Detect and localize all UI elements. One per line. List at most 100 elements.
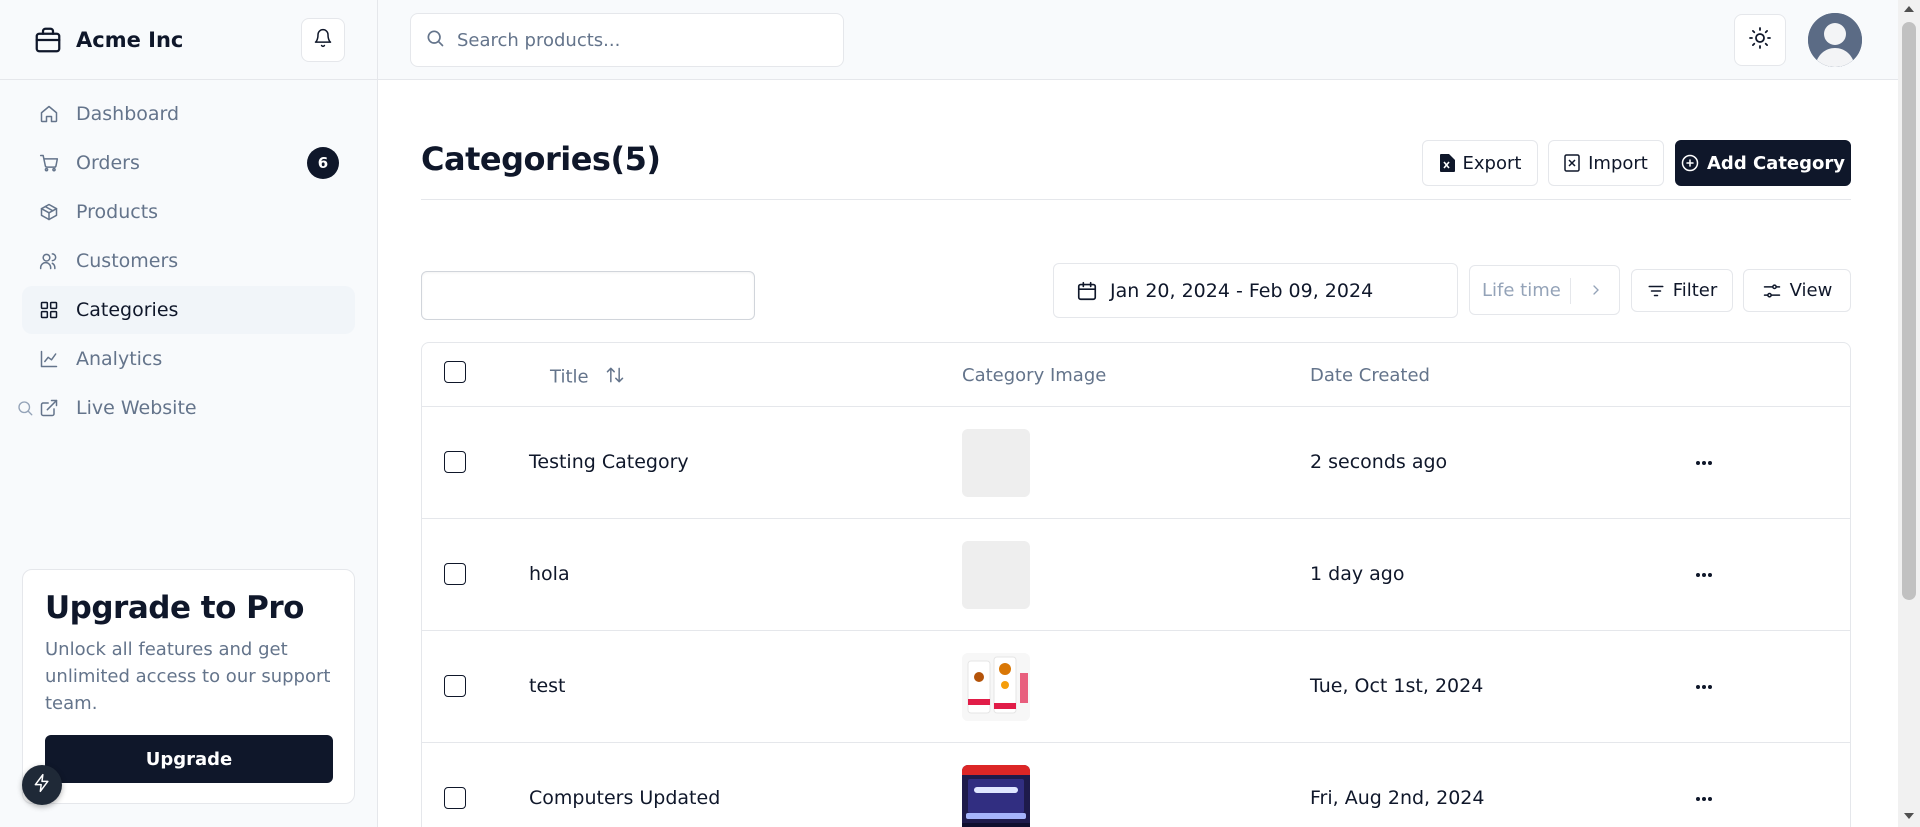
search-input[interactable] xyxy=(457,29,817,51)
table-row[interactable]: Testing Category 2 seconds ago xyxy=(422,407,1850,519)
sidebar-item-customers[interactable]: Customers xyxy=(22,237,355,285)
lifetime-divider xyxy=(1570,278,1571,304)
cart-icon xyxy=(38,152,60,174)
row-checkbox[interactable] xyxy=(444,563,466,585)
chart-line-icon xyxy=(38,348,60,370)
add-category-button[interactable]: Add Category xyxy=(1675,140,1851,186)
row-title: hola xyxy=(529,563,570,585)
search-box[interactable] xyxy=(410,13,844,67)
top-header xyxy=(378,0,1898,80)
category-image-laptop xyxy=(962,765,1030,827)
row-date: Fri, Aug 2nd, 2024 xyxy=(1310,787,1485,809)
sidebar-nav: Dashboard Orders 6 Products Customers Ca… xyxy=(0,80,377,443)
file-excel-icon xyxy=(1439,154,1455,172)
filter-label: Filter xyxy=(1672,280,1718,301)
row-title: test xyxy=(529,675,566,697)
bolt-icon xyxy=(32,773,52,797)
import-button[interactable]: Import xyxy=(1548,140,1664,186)
more-actions-icon[interactable] xyxy=(1692,451,1716,475)
category-image-placeholder xyxy=(962,541,1030,609)
calendar-icon xyxy=(1076,280,1098,302)
chevron-right-icon[interactable] xyxy=(1588,282,1604,303)
table-header: Title Category Image Date Created xyxy=(422,343,1850,407)
row-title: Computers Updated xyxy=(529,787,721,809)
file-import-icon xyxy=(1564,154,1580,172)
scroll-thumb[interactable] xyxy=(1902,22,1916,600)
quick-action-button[interactable] xyxy=(22,765,62,805)
page-scrollbar[interactable] xyxy=(1898,0,1920,827)
sidebar-item-orders[interactable]: Orders 6 xyxy=(22,139,355,187)
upgrade-title: Upgrade to Pro xyxy=(45,590,304,626)
row-checkbox[interactable] xyxy=(444,675,466,697)
search-icon xyxy=(16,399,34,417)
main-content: Categories(5) Export Import Add Category… xyxy=(378,80,1898,827)
sidebar-item-analytics[interactable]: Analytics xyxy=(22,335,355,383)
row-date: 1 day ago xyxy=(1310,563,1405,585)
brand-bar: Acme Inc xyxy=(0,0,377,80)
package-icon xyxy=(38,201,60,223)
lifetime-label: Life time xyxy=(1482,279,1561,301)
category-image-food-app xyxy=(962,653,1030,721)
sidebar-item-label: Customers xyxy=(76,250,179,272)
filter-button[interactable]: Filter xyxy=(1631,269,1733,312)
row-checkbox[interactable] xyxy=(444,451,466,473)
sidebar-item-label: Products xyxy=(76,201,159,223)
sidebar-item-dashboard[interactable]: Dashboard xyxy=(22,90,355,138)
sidebar: Acme Inc Dashboard Orders 6 Products Cus… xyxy=(0,0,378,827)
sidebar-item-label: Dashboard xyxy=(76,103,180,125)
orders-count-badge: 6 xyxy=(307,147,339,179)
scroll-down-arrow[interactable] xyxy=(1904,813,1914,819)
sidebar-item-label: Analytics xyxy=(76,348,163,370)
user-avatar[interactable] xyxy=(1808,13,1862,67)
date-range-picker[interactable]: Jan 20, 2024 - Feb 09, 2024 xyxy=(1053,263,1458,318)
column-header-date[interactable]: Date Created xyxy=(1310,365,1430,386)
theme-toggle-button[interactable] xyxy=(1734,14,1786,66)
lifetime-select[interactable]: Life time xyxy=(1469,265,1620,315)
brand-name[interactable]: Acme Inc xyxy=(76,28,183,52)
home-icon xyxy=(38,103,60,125)
more-actions-icon[interactable] xyxy=(1692,787,1716,811)
column-header-title[interactable]: Title xyxy=(550,365,626,390)
sidebar-item-label: Categories xyxy=(76,299,179,321)
category-image-placeholder xyxy=(962,429,1030,497)
row-date: Tue, Oct 1st, 2024 xyxy=(1310,675,1484,697)
select-all-checkbox[interactable] xyxy=(444,361,466,383)
sidebar-item-products[interactable]: Products xyxy=(22,188,355,236)
column-title-label: Title xyxy=(550,366,589,388)
view-options-button[interactable]: View xyxy=(1743,269,1851,312)
external-link-icon xyxy=(38,397,60,419)
sort-icon[interactable] xyxy=(604,365,626,390)
add-category-label: Add Category xyxy=(1707,152,1845,174)
sliders-icon xyxy=(1762,281,1782,301)
table-row[interactable]: Computers Updated Fri, Aug 2nd, 2024 xyxy=(422,743,1850,827)
more-actions-icon[interactable] xyxy=(1692,563,1716,587)
import-label: Import xyxy=(1588,152,1648,174)
category-filter-input[interactable] xyxy=(421,271,755,320)
upgrade-card: Upgrade to Pro Unlock all features and g… xyxy=(22,569,355,804)
plus-circle-icon xyxy=(1681,154,1699,172)
sidebar-item-categories[interactable]: Categories xyxy=(22,286,355,334)
table-row[interactable]: hola 1 day ago xyxy=(422,519,1850,631)
scroll-up-arrow[interactable] xyxy=(1904,6,1914,12)
sidebar-item-label: Orders xyxy=(76,152,140,174)
page-title: Categories(5) xyxy=(421,140,661,178)
notifications-button[interactable] xyxy=(301,18,345,62)
sidebar-item-live-website[interactable]: Live Website xyxy=(18,384,355,432)
export-button[interactable]: Export xyxy=(1422,140,1538,186)
grid-icon xyxy=(38,299,60,321)
more-actions-icon[interactable] xyxy=(1692,675,1716,699)
column-header-image: Category Image xyxy=(962,365,1107,386)
table-row[interactable]: test Tue, Oct 1st, 2024 xyxy=(422,631,1850,743)
upgrade-button[interactable]: Upgrade xyxy=(45,735,333,783)
upgrade-description: Unlock all features and get unlimited ac… xyxy=(45,639,331,714)
sidebar-item-label: Live Website xyxy=(76,397,197,419)
date-range-label: Jan 20, 2024 - Feb 09, 2024 xyxy=(1110,279,1374,302)
categories-table: Title Category Image Date Created Testin… xyxy=(421,342,1851,827)
title-divider xyxy=(421,199,1851,200)
filter-icon xyxy=(1647,282,1665,300)
sun-icon xyxy=(1748,26,1772,54)
search-icon xyxy=(425,28,445,52)
users-icon xyxy=(38,250,60,272)
row-checkbox[interactable] xyxy=(444,787,466,809)
export-label: Export xyxy=(1462,152,1522,174)
